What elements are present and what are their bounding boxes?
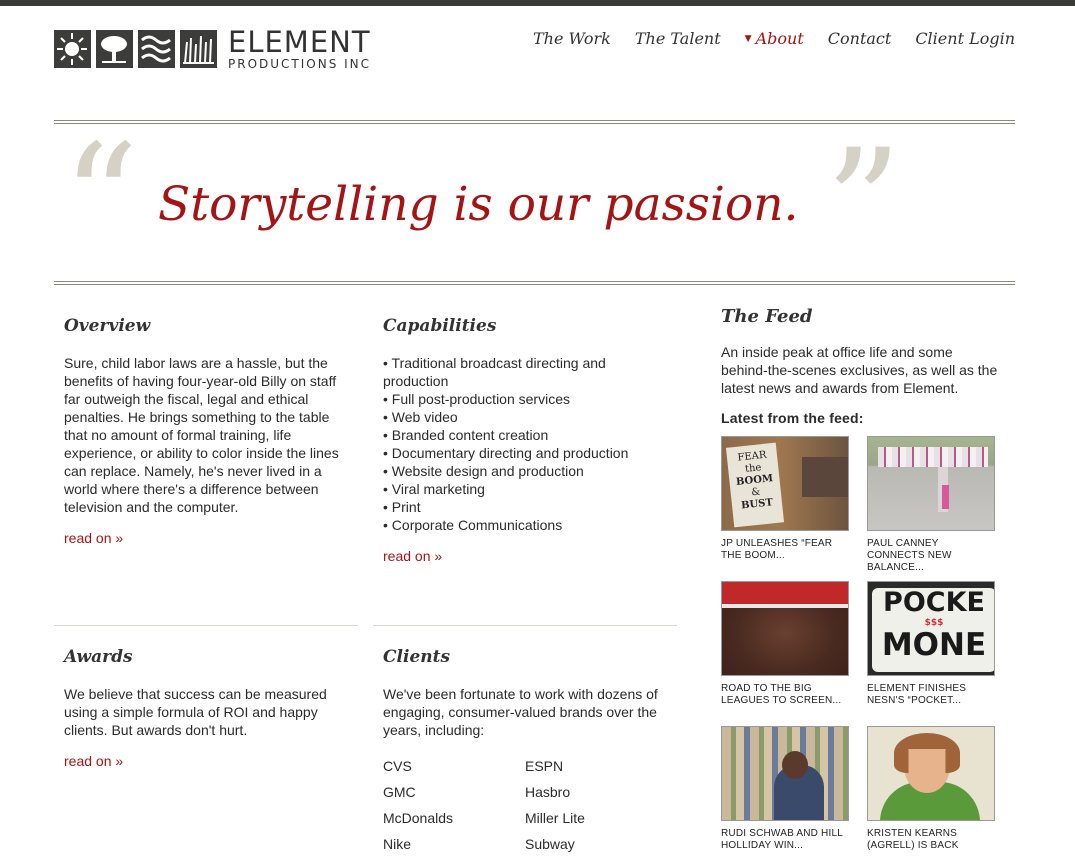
section-divider [373,625,677,626]
client-name: Hasbro [525,784,571,800]
capability-label: Documentary directing and production [391,445,629,461]
feed-item[interactable]: FEAR the BOOM & BUST JP UNLEASHES “FEAR … [721,436,849,581]
hero-rule [54,281,1015,285]
feed-item-caption[interactable]: ROAD TO THE BIG LEAGUES TO SCREEN... [721,683,849,707]
top-bar [0,0,1075,6]
brand-name: ELEMENT PRODUCTIONS INC [228,25,372,71]
tree-icon [96,30,133,68]
capabilities-read-more-link[interactable]: read on » [383,548,442,564]
feed-thumbnail-image[interactable] [721,581,849,676]
feed-item-caption[interactable]: ELEMENT FINISHES NESN'S “POCKET... [867,683,995,707]
brand-subtitle: PRODUCTIONS INC [228,57,372,71]
site-logo[interactable]: ELEMENT PRODUCTIONS INC [54,25,372,71]
feed-item-caption[interactable]: PAUL CANNEY CONNECTS NEW BALANCE... [867,538,995,574]
capability-item: • Print [383,499,421,515]
grass-icon [180,30,217,68]
feed-item-caption[interactable]: JP UNLEASHES “FEAR THE BOOM... [721,538,849,562]
feed-title: The Feed [721,306,813,327]
overview-section: Overview Sure, child labor laws are a ha… [64,316,344,548]
feed-description: An inside peak at office life and some b… [721,344,998,396]
overview-title: Overview [64,316,151,336]
main-nav: The Work The Talent ▼ About Contact Clien… [533,29,1015,48]
close-quote-glyph: ” [825,118,902,292]
capability-item: • Website design and production [383,463,584,479]
feed-item[interactable]: ROAD TO THE BIG LEAGUES TO SCREEN... [721,581,849,726]
nav-about-label: About [755,29,804,48]
sign-text: POCKE [883,588,985,618]
feed-thumbnail-image[interactable]: FEAR the BOOM & BUST [721,436,849,531]
feed-item[interactable]: KRISTEN KEARNS (AGRELL) IS BACK [867,726,995,866]
client-name: CVS [383,758,412,774]
feed-thumbnail-image[interactable] [867,726,995,821]
client-name: Nike [383,836,412,852]
nav-client-login[interactable]: Client Login [915,29,1015,48]
feed-item-caption[interactable]: RUDI SCHWAB AND HILL HOLLIDAY WIN... [721,828,849,852]
nav-the-work[interactable]: The Work [533,29,611,48]
caret-down-icon: ▼ [744,33,752,44]
client-name: Miller Lite [525,810,585,826]
capability-item: • Web video [383,409,458,425]
capability-label: Branded content creation [391,427,549,443]
nav-about[interactable]: ▼ About [745,29,804,48]
capability-item: • Documentary directing and production [383,445,629,461]
clients-section: Clients We've been fortunate to work wit… [383,647,673,853]
capability-item: • Traditional broadcast directing and pr… [383,355,606,389]
sign-text: MONE [881,627,987,663]
capability-label: Print [391,499,421,515]
feed-item[interactable]: PAUL CANNEY CONNECTS NEW BALANCE... [867,436,995,581]
capability-item: • Branded content creation [383,427,549,443]
capability-label: Viral marketing [391,481,485,497]
overview-body: Sure, child labor laws are a hassle, but… [64,355,339,515]
feed-item[interactable]: RUDI SCHWAB AND HILL HOLLIDAY WIN... [721,726,849,866]
capability-label: Corporate Communications [391,517,563,533]
section-divider [54,625,358,626]
awards-section: Awards We believe that success can be me… [64,647,344,771]
clients-intro: We've been fortunate to work with dozens… [383,686,658,738]
client-name: ESPN [525,758,564,774]
open-quote-glyph: “ [62,113,139,287]
clients-list: CVS ESPN GMC Hasbro McDonalds Miller Lit… [383,757,673,853]
feed-thumbnail-image[interactable] [867,436,995,531]
brand-title: ELEMENT [228,25,371,59]
feed-latest-heading: Latest from the feed: [721,410,864,426]
capabilities-title: Capabilities [383,316,497,336]
awards-body: We believe that success can be measured … [64,686,327,738]
sun-icon [54,30,91,68]
feed-item[interactable]: POCKE $$$ MONE ELEMENT FINISHES NESN'S “… [867,581,995,726]
capability-item: • Full post-production services [383,391,570,407]
hero-tagline: Storytelling is our passion. [158,177,799,232]
awards-read-more-link[interactable]: read on » [64,753,123,769]
feed-item-caption[interactable]: KRISTEN KEARNS (AGRELL) IS BACK [867,828,995,852]
capability-label: Full post-production services [391,391,570,407]
capability-item: • Corporate Communications [383,517,563,533]
clients-title: Clients [383,647,451,667]
capability-label: Traditional broadcast directing and prod… [383,355,606,389]
feed-section: The Feed An inside peak at office life a… [721,306,1001,427]
capability-label: Web video [391,409,458,425]
client-name: McDonalds [383,810,454,826]
feed-thumbnail-image[interactable]: POCKE $$$ MONE [867,581,995,676]
overview-read-more-link[interactable]: read on » [64,530,123,546]
nav-contact[interactable]: Contact [828,29,892,48]
client-name: GMC [383,784,416,800]
client-name: Subway [525,836,575,852]
waves-icon [138,30,175,68]
capability-label: Website design and production [391,463,584,479]
feed-thumbnails: FEAR the BOOM & BUST JP UNLEASHES “FEAR … [721,436,995,866]
awards-title: Awards [64,647,133,667]
feed-thumbnail-image[interactable] [721,726,849,821]
nav-the-talent[interactable]: The Talent [635,29,721,48]
capabilities-list: • Traditional broadcast directing and pr… [383,354,673,534]
capabilities-section: Capabilities • Traditional broadcast dir… [383,316,673,566]
capability-item: • Viral marketing [383,481,485,497]
